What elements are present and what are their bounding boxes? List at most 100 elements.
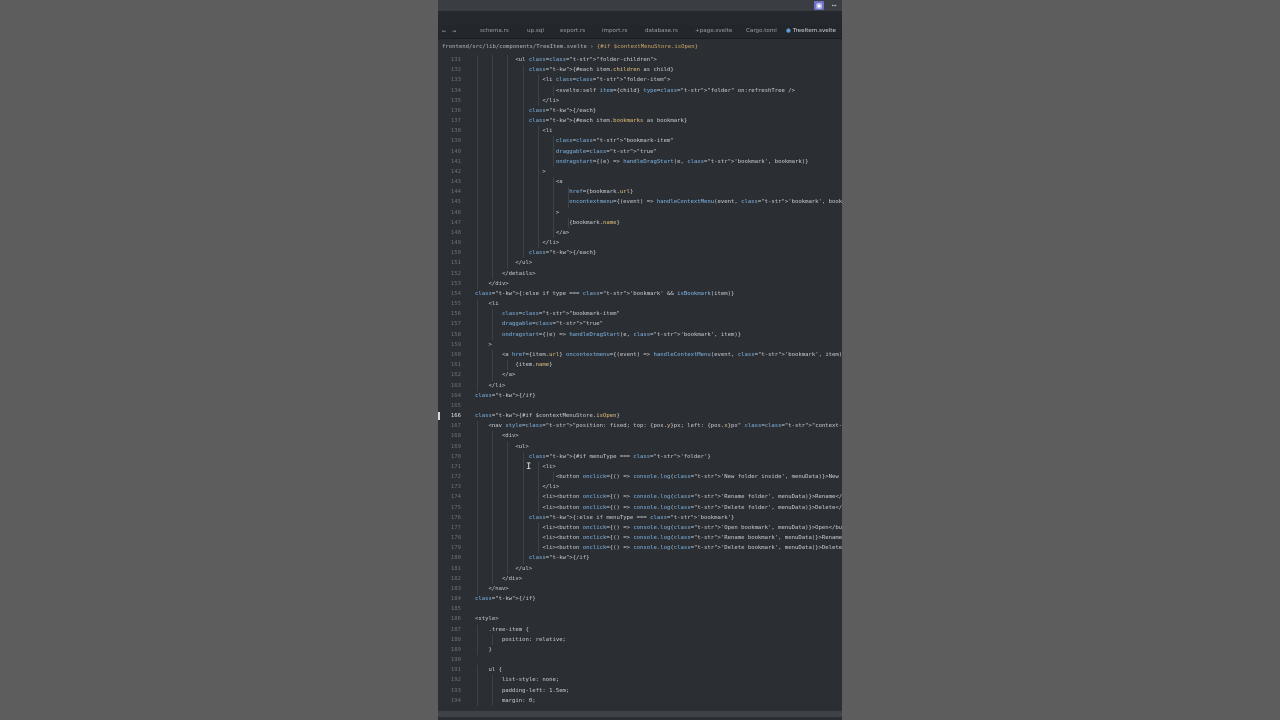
code-line[interactable]: 192 list-style: none; xyxy=(438,675,842,686)
code-text[interactable]: href={bookmark.url} xyxy=(475,187,633,197)
code-line[interactable]: 170 class="t-kw">{#if menuType === class… xyxy=(438,451,842,462)
code-line[interactable]: 155 <li xyxy=(438,299,842,310)
code-line[interactable]: 167 <nav style=class="t-str">"position: … xyxy=(438,421,842,432)
code-text[interactable]: class=class="t-str">"bookmark-item" xyxy=(475,136,674,146)
code-line[interactable]: 181 </ul> xyxy=(438,563,842,574)
code-text[interactable]: <li><button onclick={() => console.log(c… xyxy=(475,533,842,543)
code-line[interactable]: 183 </nav> xyxy=(438,583,842,595)
tab-import-rs[interactable]: import.rs xyxy=(602,25,627,38)
code-line[interactable]: 185 xyxy=(438,604,842,614)
code-line[interactable]: 175 <li><button onclick={() => console.l… xyxy=(438,502,842,513)
code-text[interactable]: class="t-kw">{#each item.children as chi… xyxy=(475,65,674,75)
breadcrumb[interactable]: frontend/src/lib/components/TreeItem.sve… xyxy=(442,43,698,51)
code-text[interactable]: <a href={item.url} oncontextmenu={(event… xyxy=(475,350,842,360)
code-line[interactable]: 182 </div> xyxy=(438,573,842,584)
code-text[interactable]: <a xyxy=(475,177,563,187)
layout-toggle-icon[interactable]: ▣ xyxy=(814,1,824,10)
horizontal-scrollbar[interactable] xyxy=(438,708,842,720)
code-text[interactable]: ondragstart={(e) => handleDragStart(e, c… xyxy=(475,157,809,167)
code-text[interactable]: {bookmark.name} xyxy=(475,218,620,228)
code-text[interactable]: <li xyxy=(475,299,498,309)
code-line[interactable]: 154 class="t-kw">{:else if type === class… xyxy=(438,289,842,299)
code-text[interactable]: ondragstart={(e) => handleDragStart(e, c… xyxy=(475,330,741,340)
code-line[interactable]: 187 .tree-item { xyxy=(438,624,842,635)
breadcrumb-symbol[interactable]: {#if $contextMenuStore.isOpen} xyxy=(597,44,698,50)
code-area[interactable]: 131 <ul class=class="t-str">"folder-chil… xyxy=(438,55,842,706)
code-line[interactable]: 171 <li> xyxy=(438,461,842,473)
more-options-icon[interactable]: ⋯ xyxy=(829,1,839,10)
code-text[interactable]: class="t-kw">{/each} xyxy=(475,106,596,116)
code-text[interactable]: </div> xyxy=(475,279,508,289)
code-text[interactable]: class="t-kw">{/if} xyxy=(475,594,536,604)
code-text[interactable]: } xyxy=(475,645,491,655)
code-line[interactable]: 149 </li> xyxy=(438,238,842,249)
code-line[interactable]: 186 <style> xyxy=(438,614,842,624)
code-line[interactable]: 143 <a xyxy=(438,177,842,188)
code-line[interactable]: 153 </div> xyxy=(438,278,842,289)
code-text[interactable]: draggable=class="t-str">"true" xyxy=(475,319,603,329)
code-text[interactable]: class="t-kw">{/if} xyxy=(475,553,590,563)
code-text[interactable]: class=class="t-str">"bookmark-item" xyxy=(475,309,620,319)
code-line[interactable]: 168 <div> xyxy=(438,431,842,442)
code-text[interactable]: <li><button onclick={() => console.log(c… xyxy=(475,492,842,502)
code-line[interactable]: 136 class="t-kw">{/each} xyxy=(438,105,842,117)
code-text[interactable]: > xyxy=(475,167,545,177)
code-text[interactable]: draggable=class="t-str">"true" xyxy=(475,147,657,157)
code-text[interactable]: <li><button onclick={() => console.log(c… xyxy=(475,503,842,513)
code-line[interactable]: 178 <li><button onclick={() => console.l… xyxy=(438,533,842,544)
code-text[interactable]: .tree-item { xyxy=(475,625,528,635)
forward-arrow-icon[interactable]: → xyxy=(452,25,456,38)
code-text[interactable]: class="t-kw">{#if menuType === class="t-… xyxy=(475,452,711,462)
code-line[interactable]: 146 > xyxy=(438,207,842,218)
code-text[interactable]: class="t-kw">{/if} xyxy=(475,391,536,401)
code-text[interactable]: <li> xyxy=(475,462,555,472)
tab-schema-rs[interactable]: schema.rs xyxy=(480,25,509,38)
code-line[interactable]: 144 href={bookmark.url} xyxy=(438,187,842,198)
tab-page-svelte[interactable]: +page.svelte xyxy=(695,25,732,38)
code-text[interactable]: <li><button onclick={() => console.log(c… xyxy=(475,523,842,533)
code-text[interactable]: <svelte:self item={child} type=class="t-… xyxy=(475,86,795,96)
code-line[interactable]: 158 ondragstart={(e) => handleDragStart(… xyxy=(438,329,842,340)
code-line[interactable]: 131 <ul class=class="t-str">"folder-chil… xyxy=(438,55,842,66)
code-line[interactable]: 138 <li xyxy=(438,126,842,137)
code-line[interactable]: 141 ondragstart={(e) => handleDragStart(… xyxy=(438,156,842,167)
code-line[interactable]: 135 </li> xyxy=(438,95,842,106)
code-line[interactable]: 152 </details> xyxy=(438,268,842,279)
code-text[interactable]: </details> xyxy=(475,269,536,279)
tab-up-sql[interactable]: up.sql xyxy=(527,25,544,38)
code-line[interactable]: 137 class="t-kw">{#each item.bookmarks a… xyxy=(438,116,842,127)
code-text[interactable]: margin: 0; xyxy=(475,696,536,706)
code-text[interactable]: class="t-kw">{:else if type === class="t… xyxy=(475,289,734,299)
code-text[interactable]: class="t-kw">{#if $contextMenuStore.isOp… xyxy=(475,411,620,421)
tab-cargo-toml[interactable]: Cargo.toml xyxy=(746,25,777,38)
code-line[interactable]: 151 </ul> xyxy=(438,258,842,269)
code-text[interactable]: ul { xyxy=(475,665,501,675)
scrollbar-thumb[interactable] xyxy=(438,711,842,717)
breadcrumb-path[interactable]: frontend/src/lib/components/TreeItem.sve… xyxy=(442,44,587,50)
code-text[interactable]: <li><button onclick={() => console.log(c… xyxy=(475,543,842,553)
code-line[interactable]: 172 <button onclick={() => console.log(c… xyxy=(438,472,842,483)
code-line[interactable]: 174 <li><button onclick={() => console.l… xyxy=(438,492,842,503)
code-line[interactable]: 134 <svelte:self item={child} type=class… xyxy=(438,85,842,96)
code-text[interactable]: </li> xyxy=(475,96,559,106)
code-text[interactable]: </li> xyxy=(475,238,559,248)
code-text[interactable]: </ul> xyxy=(475,564,532,574)
code-line[interactable]: 150 class="t-kw">{/each} xyxy=(438,248,842,259)
code-line[interactable]: 166 class="t-kw">{#if $contextMenuStore.i… xyxy=(438,411,842,421)
code-text[interactable]: </li> xyxy=(475,482,559,492)
code-text[interactable]: <li class=class="t-str">"folder-item"> xyxy=(475,75,670,85)
code-text[interactable]: class="t-kw">{/each} xyxy=(475,248,596,258)
code-text[interactable]: </li> xyxy=(475,381,505,391)
code-text[interactable]: <ul> xyxy=(475,442,528,452)
code-line[interactable]: 180 class="t-kw">{/if} xyxy=(438,553,842,564)
back-arrow-icon[interactable]: ← xyxy=(442,25,446,38)
code-line[interactable]: 193 padding-left: 1.5em; xyxy=(438,685,842,696)
tab-database-rs[interactable]: database.rs xyxy=(645,25,678,38)
code-text[interactable]: > xyxy=(475,340,491,350)
code-text[interactable]: </a> xyxy=(475,370,515,380)
code-line[interactable]: 133 <li class=class="t-str">"folder-item… xyxy=(438,75,842,86)
code-text[interactable]: <ul class=class="t-str">"folder-children… xyxy=(475,55,656,65)
code-line[interactable]: 140 draggable=class="t-str">"true" xyxy=(438,146,842,157)
code-text[interactable]: <div> xyxy=(475,431,519,441)
code-text[interactable]: class="t-kw">{#each item.bookmarks as bo… xyxy=(475,116,687,126)
